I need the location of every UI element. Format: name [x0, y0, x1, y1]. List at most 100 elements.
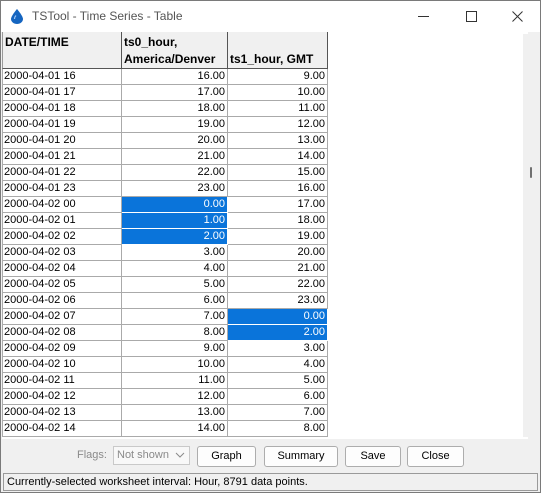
ts0-value-cell[interactable]: 8.00: [122, 325, 228, 341]
datetime-cell[interactable]: 2000-04-01 17: [2, 85, 122, 101]
summary-button[interactable]: Summary: [264, 446, 338, 467]
table-row[interactable]: 2000-04-01 21 21.00 14.00: [2, 149, 328, 165]
ts1-value-cell[interactable]: 10.00: [228, 85, 328, 101]
ts0-value-cell[interactable]: 1.00: [122, 213, 228, 229]
table-row[interactable]: 2000-04-02 02 2.00 19.00: [2, 229, 328, 245]
datetime-cell[interactable]: 2000-04-01 18: [2, 101, 122, 117]
title-bar[interactable]: TSTool - Time Series - Table: [1, 1, 540, 32]
datetime-cell[interactable]: 2000-04-02 00: [2, 197, 122, 213]
column-header-datetime[interactable]: DATE/TIME: [2, 32, 122, 69]
save-button[interactable]: Save: [345, 446, 401, 467]
datetime-cell[interactable]: 2000-04-02 13: [2, 405, 122, 421]
datetime-cell[interactable]: 2000-04-01 16: [2, 69, 122, 85]
table-row[interactable]: 2000-04-01 17 17.00 10.00: [2, 85, 328, 101]
ts1-value-cell[interactable]: 19.00: [228, 229, 328, 245]
ts1-value-cell[interactable]: 0.00: [228, 309, 328, 325]
ts0-value-cell[interactable]: 0.00: [122, 197, 228, 213]
table-row[interactable]: 2000-04-02 01 1.00 18.00: [2, 213, 328, 229]
ts1-value-cell[interactable]: 14.00: [228, 149, 328, 165]
table-row[interactable]: 2000-04-02 12 12.00 6.00: [2, 389, 328, 405]
ts0-value-cell[interactable]: 6.00: [122, 293, 228, 309]
table-row[interactable]: 2000-04-02 11 11.00 5.00: [2, 373, 328, 389]
ts0-value-cell[interactable]: 7.00: [122, 309, 228, 325]
time-series-table[interactable]: DATE/TIME ts0_hour, America/Denver ts1_h…: [2, 32, 528, 439]
table-row[interactable]: 2000-04-01 23 23.00 16.00: [2, 181, 328, 197]
table-row[interactable]: 2000-04-02 10 10.00 4.00: [2, 357, 328, 373]
ts1-value-cell[interactable]: 18.00: [228, 213, 328, 229]
datetime-cell[interactable]: 2000-04-02 02: [2, 229, 122, 245]
ts0-value-cell[interactable]: 17.00: [122, 85, 228, 101]
ts1-value-cell[interactable]: 5.00: [228, 373, 328, 389]
ts1-value-cell[interactable]: 13.00: [228, 133, 328, 149]
ts1-value-cell[interactable]: 11.00: [228, 101, 328, 117]
ts0-value-cell[interactable]: 14.00: [122, 421, 228, 437]
ts0-value-cell[interactable]: 16.00: [122, 69, 228, 85]
ts0-value-cell[interactable]: 12.00: [122, 389, 228, 405]
ts0-value-cell[interactable]: 3.00: [122, 245, 228, 261]
datetime-cell[interactable]: 2000-04-02 05: [2, 277, 122, 293]
table-row[interactable]: 2000-04-02 08 8.00 2.00: [2, 325, 328, 341]
ts1-value-cell[interactable]: 2.00: [228, 325, 328, 341]
datetime-cell[interactable]: 2000-04-01 20: [2, 133, 122, 149]
ts0-value-cell[interactable]: 20.00: [122, 133, 228, 149]
table-row[interactable]: 2000-04-02 03 3.00 20.00: [2, 245, 328, 261]
scrollbar-thumb[interactable]: [530, 167, 532, 178]
table-row[interactable]: 2000-04-02 09 9.00 3.00: [2, 341, 328, 357]
ts0-value-cell[interactable]: 9.00: [122, 341, 228, 357]
table-row[interactable]: 2000-04-01 20 20.00 13.00: [2, 133, 328, 149]
datetime-cell[interactable]: 2000-04-01 21: [2, 149, 122, 165]
ts0-value-cell[interactable]: 2.00: [122, 229, 228, 245]
table-row[interactable]: 2000-04-01 16 16.00 9.00: [2, 69, 328, 85]
ts0-value-cell[interactable]: 10.00: [122, 357, 228, 373]
ts1-value-cell[interactable]: 22.00: [228, 277, 328, 293]
close-button[interactable]: Close: [407, 446, 464, 467]
ts1-value-cell[interactable]: 15.00: [228, 165, 328, 181]
datetime-cell[interactable]: 2000-04-02 01: [2, 213, 122, 229]
datetime-cell[interactable]: 2000-04-02 11: [2, 373, 122, 389]
table-row[interactable]: 2000-04-02 14 14.00 8.00: [2, 421, 328, 437]
table-row[interactable]: 2000-04-02 06 6.00 23.00: [2, 293, 328, 309]
ts1-value-cell[interactable]: 12.00: [228, 117, 328, 133]
ts1-value-cell[interactable]: 3.00: [228, 341, 328, 357]
datetime-cell[interactable]: 2000-04-02 14: [2, 421, 122, 437]
datetime-cell[interactable]: 2000-04-02 12: [2, 389, 122, 405]
table-row[interactable]: 2000-04-02 13 13.00 7.00: [2, 405, 328, 421]
ts1-value-cell[interactable]: 4.00: [228, 357, 328, 373]
datetime-cell[interactable]: 2000-04-01 19: [2, 117, 122, 133]
ts0-value-cell[interactable]: 11.00: [122, 373, 228, 389]
ts0-value-cell[interactable]: 19.00: [122, 117, 228, 133]
vertical-scrollbar[interactable]: [523, 34, 538, 437]
table-row[interactable]: 2000-04-02 04 4.00 21.00: [2, 261, 328, 277]
ts1-value-cell[interactable]: 23.00: [228, 293, 328, 309]
datetime-cell[interactable]: 2000-04-02 04: [2, 261, 122, 277]
column-header-ts1[interactable]: ts1_hour, GMT: [228, 32, 328, 69]
ts0-value-cell[interactable]: 4.00: [122, 261, 228, 277]
datetime-cell[interactable]: 2000-04-02 03: [2, 245, 122, 261]
ts1-value-cell[interactable]: 8.00: [228, 421, 328, 437]
datetime-cell[interactable]: 2000-04-02 10: [2, 357, 122, 373]
close-window-button[interactable]: [494, 1, 540, 32]
ts1-value-cell[interactable]: 20.00: [228, 245, 328, 261]
ts0-value-cell[interactable]: 13.00: [122, 405, 228, 421]
ts0-value-cell[interactable]: 5.00: [122, 277, 228, 293]
ts0-value-cell[interactable]: 21.00: [122, 149, 228, 165]
table-row[interactable]: 2000-04-02 00 0.00 17.00: [2, 197, 328, 213]
minimize-button[interactable]: [400, 1, 446, 32]
ts1-value-cell[interactable]: 21.00: [228, 261, 328, 277]
table-row[interactable]: 2000-04-01 22 22.00 15.00: [2, 165, 328, 181]
ts1-value-cell[interactable]: 7.00: [228, 405, 328, 421]
ts1-value-cell[interactable]: 17.00: [228, 197, 328, 213]
ts0-value-cell[interactable]: 18.00: [122, 101, 228, 117]
ts1-value-cell[interactable]: 6.00: [228, 389, 328, 405]
table-row[interactable]: 2000-04-02 05 5.00 22.00: [2, 277, 328, 293]
ts1-value-cell[interactable]: 16.00: [228, 181, 328, 197]
table-row[interactable]: 2000-04-01 18 18.00 11.00: [2, 101, 328, 117]
ts0-value-cell[interactable]: 22.00: [122, 165, 228, 181]
ts0-value-cell[interactable]: 23.00: [122, 181, 228, 197]
datetime-cell[interactable]: 2000-04-02 06: [2, 293, 122, 309]
column-header-ts0[interactable]: ts0_hour, America/Denver: [122, 32, 228, 69]
datetime-cell[interactable]: 2000-04-01 23: [2, 181, 122, 197]
datetime-cell[interactable]: 2000-04-02 09: [2, 341, 122, 357]
graph-button[interactable]: Graph: [197, 446, 256, 467]
flags-select[interactable]: Not shown: [113, 446, 190, 465]
